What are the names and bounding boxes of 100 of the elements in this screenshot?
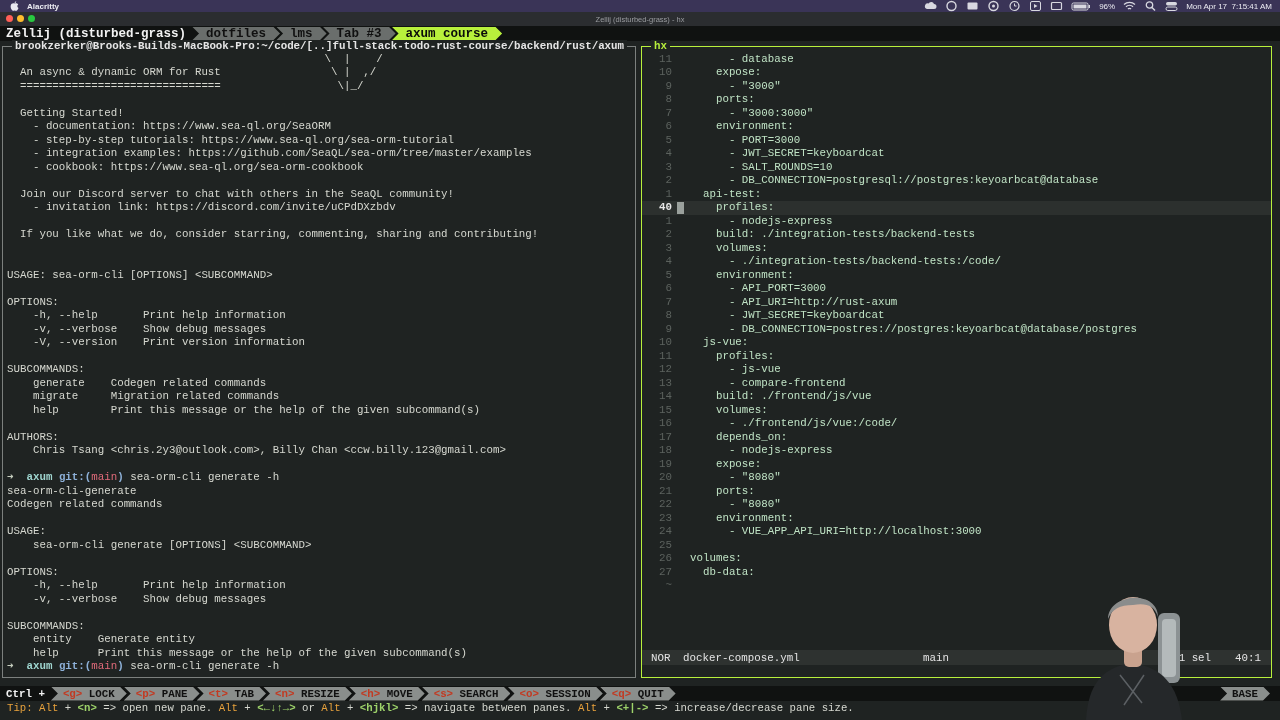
terminal-line: -v, --verbose Show debug messages (31, 322, 268, 336)
code-line: - API_PORT=3000 (727, 282, 827, 296)
line-number: 40 (658, 201, 672, 215)
line-number: 20 (658, 471, 672, 485)
code-line: - "8080" (727, 471, 781, 485)
circle-icon[interactable] (987, 0, 1001, 12)
minimize-button[interactable] (17, 15, 24, 22)
tab[interactable]: dotfiles (192, 26, 281, 41)
close-button[interactable] (6, 15, 13, 22)
code-line: volumes: (690, 552, 742, 566)
code-line: - "3000" (727, 79, 781, 93)
terminal-line: SUBCOMMANDS: (7, 363, 86, 377)
line-number: 22 (658, 498, 672, 512)
terminal-line: - cookbook: https://www.sea-ql.org/sea-orm-cookbook (31, 160, 365, 174)
clock-icon[interactable] (1008, 0, 1022, 12)
toggle-icon[interactable] (1165, 0, 1179, 12)
selection-count: 1 sel (1178, 651, 1212, 664)
terminal-line: \ | / (323, 52, 384, 66)
shortcut-hint[interactable]: <s> SEARCH (421, 686, 511, 701)
terminal-line: Join our Discord server to chat with others in the SeaQL community! (18, 187, 456, 201)
battery-icon[interactable] (1071, 0, 1092, 12)
line-number: 10 (658, 66, 672, 80)
line-number: 12 (658, 363, 672, 377)
line-number: 5 (664, 133, 672, 147)
code-line: - PORT=3000 (727, 133, 801, 147)
line-number: 21 (658, 484, 672, 498)
line-number: 14 (658, 390, 672, 404)
code-line: profiles: (714, 349, 775, 363)
shortcut-hint[interactable]: <o> SESSION (507, 686, 603, 701)
code-line: - VUE_APP_API_URI=http://localhost:3000 (727, 525, 982, 539)
terminal-line: - documentation: https://www.sea-ql.org/SeaORM (31, 120, 332, 134)
tab[interactable]: axum course (391, 26, 503, 41)
code-line: profiles: (714, 201, 775, 215)
cursor-position: 40:1 (1235, 651, 1261, 664)
terminal-line: OPTIONS: (7, 295, 60, 309)
tab[interactable]: lms (276, 26, 327, 41)
shortcut-hint[interactable]: <g> LOCK (50, 686, 127, 701)
terminal-line: help Print this message or the help of the given subcommand(s) (31, 403, 481, 417)
tip-text: Tip: Alt + <n> => open new pane. Alt + <←↓↑→> or Alt + <hjkl> => navigate between panes. Alt + <+|-> => increase/decrease pane size. (6, 701, 855, 715)
terminal-line: generate Codegen related commands (31, 376, 268, 390)
code-line: api-test: (701, 187, 762, 201)
terminal-line: Codegen related commands (7, 498, 164, 512)
app-name[interactable]: Alacritty (27, 1, 59, 11)
line-number: 3 (664, 160, 672, 174)
shortcut-hint[interactable]: <h> MOVE (348, 686, 425, 701)
terminal-line: - step-by-step tutorials: https://www.sea-ql.org/sea-orm-tutorial (31, 133, 456, 147)
code-line: build: ./integration-tests/backend-tests (714, 228, 976, 242)
shortcut-hint[interactable]: <n> RESIZE (263, 686, 352, 701)
line-number: 7 (664, 106, 672, 120)
pane-title: brookzerker@Brooks-Builds-MacBook-Pro:~/code/[..]full-stack-todo-rust-course/backend/rust/axum (12, 40, 628, 53)
code-line: - nodejs-express (727, 444, 833, 458)
zoom-button[interactable] (28, 15, 35, 22)
line-number: 17 (658, 430, 672, 444)
line-number: 1 (664, 214, 672, 228)
code-line: volumes: (714, 403, 768, 417)
code-line: - DB_CONNECTION=postgresql://postgres:keyoarbcat@database (727, 174, 1099, 188)
code-line: expose: (714, 66, 762, 80)
rectangle-icon[interactable] (1050, 0, 1064, 12)
text-cursor (677, 202, 684, 214)
wifi-icon[interactable] (1123, 0, 1137, 12)
terminal-line: SUBCOMMANDS: (7, 619, 86, 633)
code-line: ports: (714, 484, 755, 498)
line-number: 15 (658, 403, 672, 417)
tab[interactable]: Tab #3 (322, 26, 396, 41)
line-number: 25 (658, 538, 672, 552)
cloud-icon[interactable] (924, 0, 938, 12)
search-icon[interactable] (1144, 0, 1158, 12)
line-number: 19 (658, 457, 672, 471)
line-number: 23 (658, 511, 672, 525)
modifier-label: Ctrl + (5, 687, 46, 700)
circle-icon[interactable] (945, 0, 959, 12)
code-line: - SALT_ROUNDS=10 (727, 160, 833, 174)
prompt-line: ➜ axum git:(main) sea-orm-cli generate -h (7, 471, 281, 485)
line-number: 26 (658, 552, 672, 566)
terminal-line: - integration examples: https://github.com/SeaQL/sea-orm/tree/master/examples (31, 147, 533, 161)
code-line: build: ./frontend/js/vue (714, 390, 872, 404)
terminal-line: =============================== \|_/ (18, 79, 365, 93)
code-line: expose: (714, 457, 762, 471)
terminal-line: If you like what we do, consider starring, commenting, sharing and contributing! (18, 228, 540, 242)
terminal-line: sea-orm-cli generate [OPTIONS] <SUBCOMMAND> (31, 538, 313, 552)
shortcut-hint[interactable]: <p> PANE (123, 686, 200, 701)
line-number: 24 (658, 525, 672, 539)
terminal-line: -h, --help Print help information (31, 579, 287, 593)
rectangle-icon[interactable] (966, 0, 980, 12)
line-number: 1 (664, 187, 672, 201)
line-number: 3 (664, 241, 672, 255)
line-number: 8 (664, 93, 672, 107)
terminal-line: Chris Tsang <chris.2y3@outlook.com>, Billy Chan <ccw.billy.123@gmail.com> (31, 444, 507, 458)
line-number: 2 (664, 174, 672, 188)
code-line: - compare-frontend (727, 376, 846, 390)
code-line: depends_on: (714, 430, 788, 444)
line-number: 13 (658, 376, 672, 390)
shortcut-hint[interactable]: <t> TAB (196, 686, 266, 701)
apple-icon (10, 1, 19, 11)
terminal-line: An async & dynamic ORM for Rust \ | ,/ (18, 66, 378, 80)
shortcut-hint[interactable]: <q> QUIT (599, 686, 676, 701)
play-icon[interactable] (1029, 0, 1043, 12)
code-line: - database (727, 52, 794, 66)
terminal-line: OPTIONS: (7, 565, 60, 579)
terminal-line: -v, --verbose Show debug messages (31, 592, 268, 606)
